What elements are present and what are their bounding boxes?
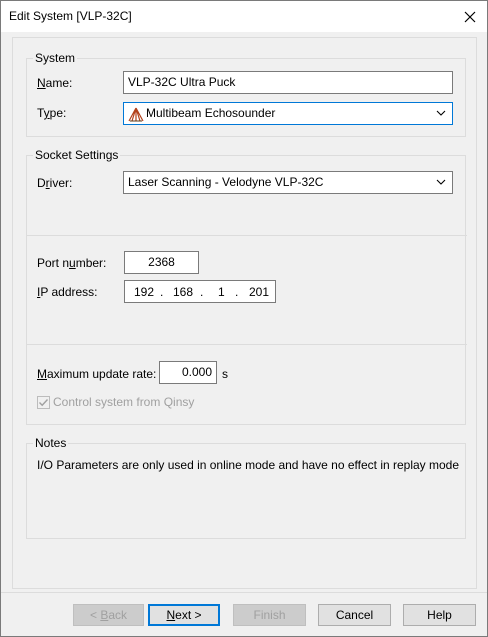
cancel-button[interactable]: Cancel	[318, 604, 391, 626]
port-input[interactable]: 2368	[124, 251, 199, 274]
control-system-checkbox[interactable]: Control system from Qinsy	[37, 395, 194, 409]
ip-octet-4[interactable]: 201	[249, 285, 269, 299]
update-rate-value: 0.000	[181, 365, 212, 379]
close-icon	[464, 11, 476, 22]
socket-settings-title: Socket Settings	[33, 148, 121, 162]
ip-dot: .	[200, 285, 204, 299]
notes-title: Notes	[33, 436, 69, 450]
chevron-down-icon	[436, 179, 446, 185]
system-group: System	[26, 51, 466, 137]
socket-divider-1	[27, 235, 467, 236]
ip-dot: .	[160, 285, 164, 299]
window-title: Edit System [VLP-32C]	[9, 9, 132, 23]
title-bar: Edit System [VLP-32C]	[1, 1, 487, 32]
driver-dropdown[interactable]: Laser Scanning - Velodyne VLP-32C	[123, 171, 453, 194]
name-input[interactable]: VLP-32C Ultra Puck	[123, 71, 453, 94]
ip-dot: .	[235, 285, 239, 299]
socket-divider-2	[27, 344, 467, 345]
chevron-down-icon	[436, 110, 446, 116]
type-dropdown[interactable]: Multibeam Echosounder	[123, 102, 453, 125]
edit-system-dialog: Edit System [VLP-32C] System Name: VLP-3…	[0, 0, 488, 637]
multibeam-icon	[128, 107, 144, 122]
back-button[interactable]: < Back	[73, 604, 144, 626]
type-label: Type:	[37, 106, 67, 120]
name-label: Name:	[37, 76, 73, 90]
update-rate-label: Maximum update rate:	[37, 367, 157, 381]
checkbox-checked-icon	[37, 395, 50, 409]
name-input-value: VLP-32C Ultra Puck	[128, 75, 236, 89]
update-rate-input[interactable]: 0.000	[159, 361, 217, 384]
ip-octet-2[interactable]: 168	[173, 285, 193, 299]
ip-address-input[interactable]: 192 . 168 . 1 . 201	[124, 280, 276, 303]
system-group-title: System	[33, 51, 78, 65]
notes-text: I/O Parameters are only used in online m…	[37, 458, 460, 472]
ip-octet-1[interactable]: 192	[134, 285, 154, 299]
driver-label: Driver:	[37, 176, 73, 190]
type-dropdown-value: Multibeam Echosounder	[146, 106, 276, 120]
close-button[interactable]	[453, 1, 487, 32]
next-button[interactable]: Next >	[148, 604, 220, 626]
ip-label: IP address:	[37, 285, 98, 299]
update-rate-unit: s	[222, 367, 228, 381]
content-panel: System Name: VLP-32C Ultra Puck Type: Mu…	[12, 37, 477, 589]
port-input-value: 2368	[148, 255, 175, 269]
finish-button[interactable]: Finish	[233, 604, 306, 626]
port-label: Port number:	[37, 256, 107, 270]
control-system-label: Control system from Qinsy	[53, 395, 195, 409]
footer-divider	[1, 592, 487, 593]
driver-dropdown-value: Laser Scanning - Velodyne VLP-32C	[128, 175, 324, 189]
ip-octet-3[interactable]: 1	[218, 285, 225, 299]
help-button[interactable]: Help	[403, 604, 476, 626]
